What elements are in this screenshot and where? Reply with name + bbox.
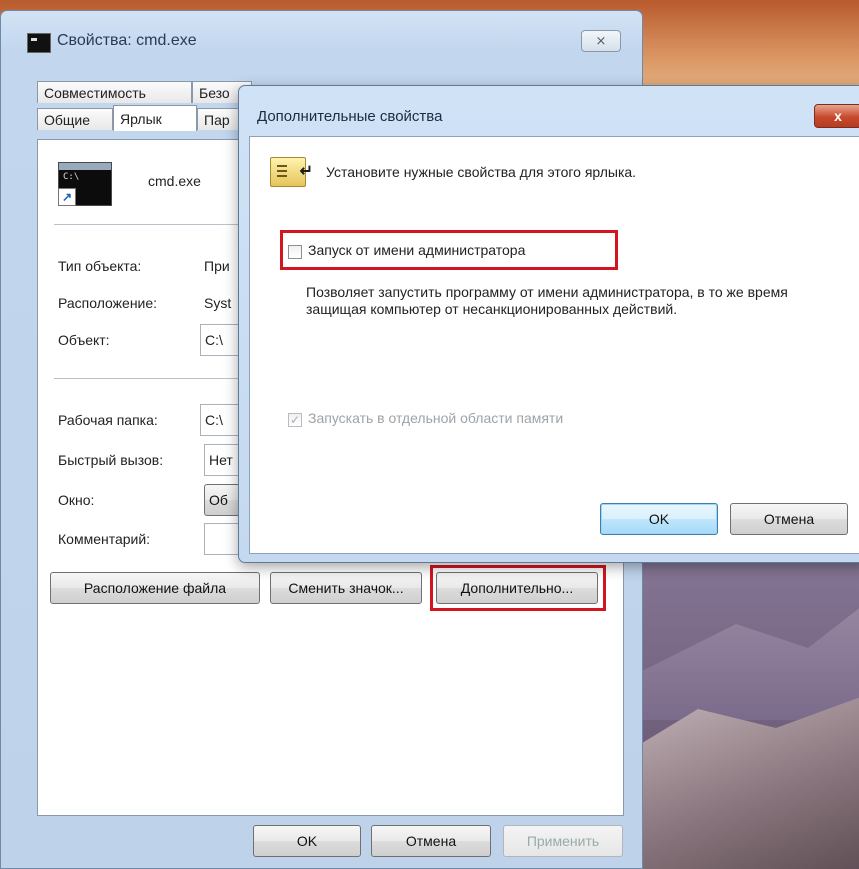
file-name: cmd.exe bbox=[148, 173, 201, 189]
target-label: Объект: bbox=[58, 332, 110, 348]
cancel-button[interactable]: Отмена bbox=[371, 825, 491, 857]
wallpaper-rock bbox=[640, 592, 859, 720]
tab-general[interactable]: Общие bbox=[37, 108, 113, 130]
run-label: Окно: bbox=[58, 492, 95, 508]
advanced-button-highlight bbox=[430, 565, 606, 611]
title-bar[interactable]: Свойства: cmd.exe ⨯ bbox=[1, 11, 642, 61]
dialog-cancel-button[interactable]: Отмена bbox=[730, 503, 848, 535]
type-value: При bbox=[204, 258, 230, 274]
location-value: Syst bbox=[204, 295, 232, 311]
type-label: Тип объекта: bbox=[58, 258, 142, 274]
shortcut-properties-icon: ↵ bbox=[270, 157, 313, 187]
run-as-admin-description: Позволяет запустить программу от имени а… bbox=[306, 284, 788, 317]
separate-memory-label: Запускать в отдельной области памяти bbox=[308, 410, 564, 426]
divider bbox=[54, 378, 242, 379]
location-label: Расположение: bbox=[58, 295, 158, 311]
ok-button[interactable]: OK bbox=[253, 825, 361, 857]
dialog-header-text: Установите нужные свойства для этого ярл… bbox=[326, 164, 637, 180]
tab-compatibility[interactable]: Совместимость bbox=[37, 81, 192, 103]
shortcut-arrow-icon: ↗ bbox=[58, 188, 76, 206]
separate-memory-checkbox[interactable]: ✓ bbox=[288, 413, 302, 427]
change-icon-button[interactable]: Сменить значок... bbox=[270, 572, 422, 604]
divider bbox=[54, 224, 242, 225]
dialog-title: Дополнительные свойства bbox=[257, 108, 443, 125]
cmd-icon: C:\ ↗ bbox=[58, 162, 112, 206]
window-title: Свойства: cmd.exe bbox=[57, 32, 197, 49]
close-button[interactable]: ⨯ bbox=[581, 30, 621, 52]
open-file-location-button[interactable]: Расположение файла bbox=[50, 572, 260, 604]
run-as-admin-highlight bbox=[280, 230, 618, 270]
app-icon bbox=[27, 33, 51, 53]
comment-label: Комментарий: bbox=[58, 531, 151, 547]
shortcut-key-label: Быстрый вызов: bbox=[58, 452, 164, 468]
tab-shortcut[interactable]: Ярлык bbox=[113, 105, 197, 131]
dialog-close-button[interactable]: x bbox=[814, 104, 859, 128]
dialog-content: ↵ Установите нужные свойства для этого я… bbox=[249, 136, 859, 554]
apply-button[interactable]: Применить bbox=[503, 825, 623, 857]
dialog-ok-button[interactable]: OK bbox=[600, 503, 718, 535]
start-in-label: Рабочая папка: bbox=[58, 412, 158, 428]
advanced-properties-dialog: Дополнительные свойства x ↵ Установите н… bbox=[238, 85, 859, 563]
